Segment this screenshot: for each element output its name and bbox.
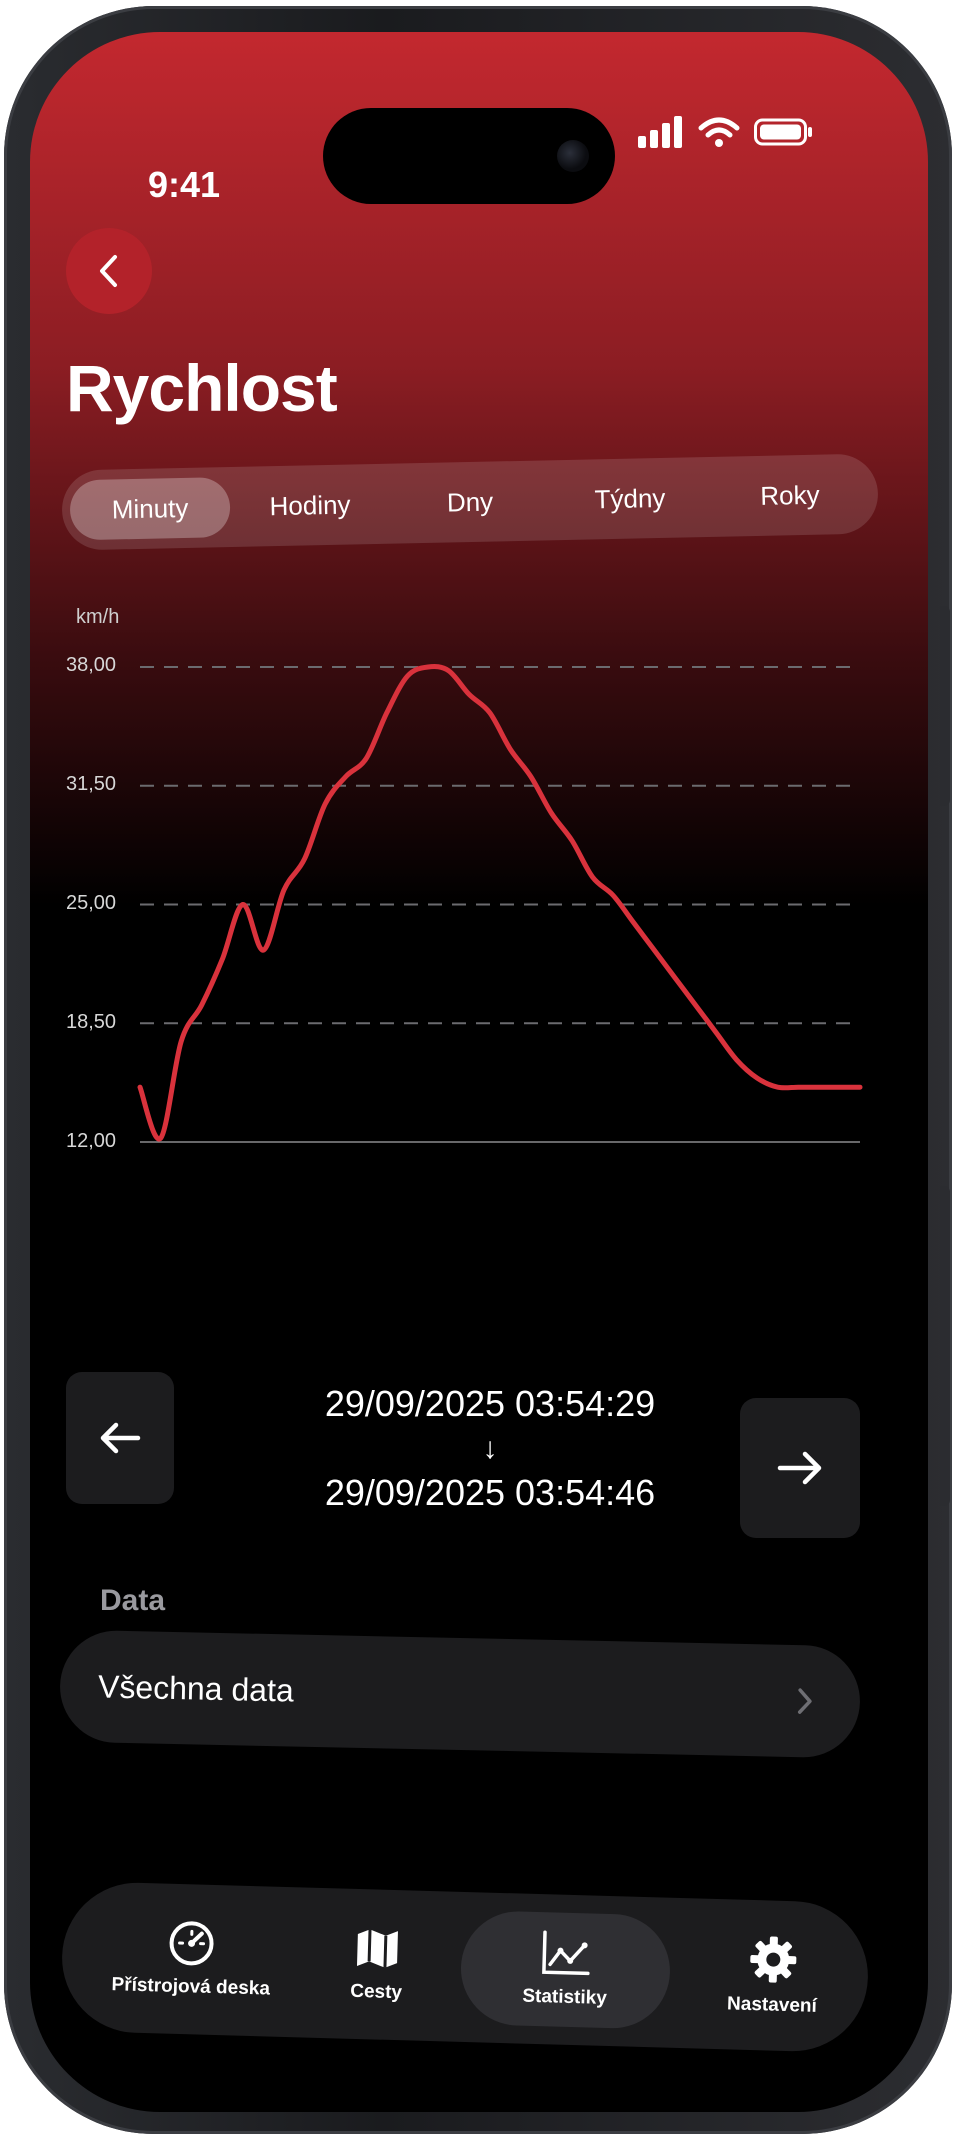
app-screen: 9:41 Rychlost Minuty Hodiny Dny Týdny Ro…: [30, 32, 928, 2112]
tab-minuty[interactable]: Minuty: [69, 477, 231, 541]
chevron-left-icon: [100, 255, 117, 287]
tab-label: Cesty: [349, 1980, 403, 2004]
tab-tydny[interactable]: Týdny: [549, 467, 710, 530]
speed-chart: km/h 38,00 31,50 25,00 18,50 12,00: [30, 592, 928, 1192]
tab-label: Přístrojová deska: [111, 1974, 271, 2000]
tab-dny[interactable]: Dny: [389, 470, 550, 533]
tab-bar: Přístrojová deska Cesty Statistiky Nasta…: [60, 1880, 870, 2054]
map-icon: [356, 1929, 398, 1968]
gauge-icon: [169, 1921, 214, 1966]
tab-roky[interactable]: Roky: [709, 464, 870, 527]
volume-button: [940, 606, 950, 806]
range-start: 29/09/2025 03:54:29: [324, 1383, 656, 1424]
tab-hodiny[interactable]: Hodiny: [229, 474, 390, 537]
range-end: 29/09/2025 03:54:46: [324, 1472, 656, 1514]
phone-frame: 9:41 Rychlost Minuty Hodiny Dny Týdny Ro…: [4, 6, 952, 2134]
page-title: Rychlost: [66, 351, 338, 425]
camera-icon: [557, 140, 589, 172]
status-time: 9:41: [148, 164, 221, 205]
back-button[interactable]: [66, 228, 152, 314]
tab-trips[interactable]: Cesty: [328, 1910, 427, 2019]
chart-plot: [137, 664, 863, 1143]
tab-settings[interactable]: Nastavení: [704, 1919, 841, 2033]
speed-series-line: [137, 664, 863, 1142]
date-range: 29/09/2025 03:54:29 ↓ 29/09/2025 03:54:4…: [230, 1380, 750, 1518]
chevron-right-icon: [797, 1688, 812, 1714]
arrow-left-icon: [100, 1422, 141, 1454]
arrow-right-icon: [777, 1451, 822, 1485]
gear-icon: [750, 1936, 797, 1983]
chart-icon: [542, 1930, 590, 1976]
all-data-label: Všechna data: [97, 1667, 295, 1709]
previous-range-button[interactable]: [66, 1372, 174, 1504]
battery-icon: [754, 118, 812, 146]
tab-dashboard[interactable]: Přístrojová deska: [89, 1904, 294, 2016]
dynamic-island: [323, 108, 615, 204]
arrow-down-icon: ↓: [482, 1431, 498, 1465]
next-range-button[interactable]: [740, 1398, 860, 1538]
tab-label: Nastavení: [726, 1993, 818, 2017]
wifi-icon: [698, 117, 740, 147]
data-section-label: Data: [100, 1584, 166, 1617]
power-button: [940, 1186, 950, 1506]
tab-label: Statistiky: [522, 1985, 608, 2009]
signal-icon: [638, 116, 682, 148]
period-selector: Minuty Hodiny Dny Týdny Roky: [61, 453, 879, 551]
tab-statistics[interactable]: Statistiky: [459, 1909, 672, 2030]
status-icons: [638, 116, 814, 148]
all-data-row[interactable]: Všechna data: [58, 1629, 862, 1759]
